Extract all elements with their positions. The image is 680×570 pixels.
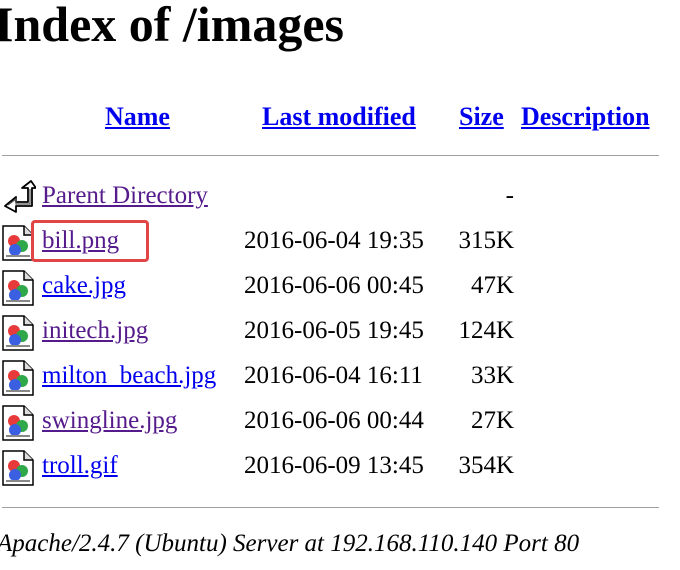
file-size: 315K xyxy=(458,227,514,254)
sort-by-size-link[interactable]: Size xyxy=(459,102,504,132)
file-link[interactable]: initech.jpg xyxy=(42,316,148,346)
image-icon xyxy=(2,315,36,351)
directory-listing-page: Index of /images Name Last modified Size… xyxy=(0,0,680,570)
parent-directory-size: - xyxy=(505,182,514,209)
file-row: troll.gif 2016-06-09 13:45 354K xyxy=(0,450,680,495)
file-size: 354K xyxy=(458,452,514,479)
file-modified: 2016-06-04 19:35 xyxy=(244,227,424,254)
image-icon xyxy=(2,225,36,261)
file-modified: 2016-06-06 00:45 xyxy=(244,272,424,299)
file-link[interactable]: milton_beach.jpg xyxy=(42,361,216,391)
file-link[interactable]: bill.png xyxy=(42,226,119,256)
file-modified: 2016-06-05 19:45 xyxy=(244,317,424,344)
parent-directory-row: Parent Directory - xyxy=(0,180,680,225)
sort-by-name-link[interactable]: Name xyxy=(105,102,170,132)
image-icon xyxy=(2,270,36,306)
file-size: 27K xyxy=(470,407,514,434)
sort-by-description-link[interactable]: Description xyxy=(521,102,650,132)
footer-divider xyxy=(2,507,659,508)
file-size: 124K xyxy=(458,317,514,344)
file-row: cake.jpg 2016-06-06 00:45 47K xyxy=(0,270,680,315)
back-icon xyxy=(2,180,36,216)
file-modified: 2016-06-06 00:44 xyxy=(244,407,424,434)
parent-directory-link[interactable]: Parent Directory xyxy=(42,181,208,211)
file-size: 33K xyxy=(470,362,514,389)
file-link[interactable]: swingline.jpg xyxy=(42,406,177,436)
file-row: initech.jpg 2016-06-05 19:45 124K xyxy=(0,315,680,360)
file-modified: 2016-06-09 13:45 xyxy=(244,452,424,479)
file-row: milton_beach.jpg 2016-06-04 16:11 33K xyxy=(0,360,680,405)
file-modified: 2016-06-04 16:11 xyxy=(244,362,423,389)
file-row: bill.png 2016-06-04 19:35 315K xyxy=(0,225,680,270)
image-icon xyxy=(2,360,36,396)
image-icon xyxy=(2,405,36,441)
page-title: Index of /images xyxy=(0,0,344,52)
header-divider xyxy=(2,155,659,156)
file-size: 47K xyxy=(470,272,514,299)
file-link[interactable]: troll.gif xyxy=(42,451,118,481)
server-signature: Apache/2.4.7 (Ubuntu) Server at 192.168.… xyxy=(0,530,580,557)
image-icon xyxy=(2,450,36,486)
sort-by-last-modified-link[interactable]: Last modified xyxy=(262,102,416,132)
file-link[interactable]: cake.jpg xyxy=(42,271,126,301)
file-row: swingline.jpg 2016-06-06 00:44 27K xyxy=(0,405,680,450)
